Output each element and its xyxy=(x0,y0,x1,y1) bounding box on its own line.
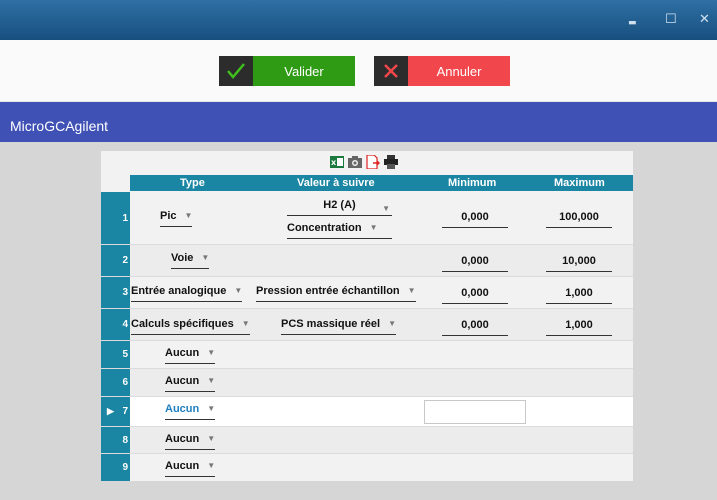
maximize-button[interactable]: ☐ xyxy=(665,12,677,28)
type-dropdown[interactable]: Aucun ▼ xyxy=(165,459,216,477)
cancel-button[interactable]: Annuler xyxy=(374,56,510,86)
row-pointer-icon: ▶ xyxy=(107,406,114,416)
value-detail-dropdown[interactable]: Concentration ▼ xyxy=(287,221,392,239)
minimum-field[interactable]: 0,000 xyxy=(442,318,508,336)
validate-label: Valider xyxy=(253,56,355,86)
row-number: 4 xyxy=(101,309,130,340)
app-title: MicroGCAgilent xyxy=(10,118,109,134)
checkmark-icon xyxy=(219,56,253,86)
print-icon[interactable] xyxy=(384,155,398,169)
window-titlebar: ▬ ☐ ✕ xyxy=(0,0,717,40)
header-maximum: Maximum xyxy=(554,177,605,189)
table-toolbar: x xyxy=(101,151,633,175)
row-number: 5 xyxy=(101,341,130,368)
minimum-edit-box[interactable] xyxy=(424,400,526,424)
close-button[interactable]: ✕ xyxy=(699,12,710,28)
cross-icon xyxy=(374,56,408,86)
type-dropdown[interactable]: Pic ▼ xyxy=(160,209,193,227)
table-row[interactable]: ▶ 7 Aucun ▼ xyxy=(101,397,633,427)
header-minimum: Minimum xyxy=(448,177,497,189)
cancel-label: Annuler xyxy=(408,56,510,86)
table-row[interactable]: 2 Voie ▼ 0,000 10,000 xyxy=(101,245,633,277)
camera-icon[interactable] xyxy=(348,155,362,169)
type-dropdown[interactable]: Calculs spécifiques ▼ xyxy=(131,317,250,335)
table-row[interactable]: 3 Entrée analogique ▼ Pression entrée éch… xyxy=(101,277,633,309)
excel-icon[interactable]: x xyxy=(330,155,344,169)
table-row[interactable]: 8 Aucun ▼ xyxy=(101,427,633,454)
row-number: 8 xyxy=(101,427,130,453)
type-dropdown[interactable]: Entrée analogique ▼ xyxy=(131,284,243,302)
header-type: Type xyxy=(180,177,205,189)
minimum-field[interactable]: 0,000 xyxy=(442,286,508,304)
action-bar: Valider Annuler xyxy=(0,40,717,102)
type-dropdown[interactable]: Aucun ▼ xyxy=(165,402,216,420)
type-dropdown[interactable]: Aucun ▼ xyxy=(165,432,216,450)
row-number: 3 xyxy=(101,277,130,308)
minimum-field[interactable]: 0,000 xyxy=(442,210,508,228)
app-title-bar: MicroGCAgilent xyxy=(0,102,717,142)
row-number: ▶ 7 xyxy=(101,397,130,426)
value-dropdown[interactable]: Pression entrée échantillon ▼ xyxy=(256,284,416,302)
pdf-export-icon[interactable] xyxy=(366,154,380,170)
table-header: Type Valeur à suivre Minimum Maximum xyxy=(130,175,633,191)
row-number: 2 xyxy=(101,245,130,276)
minimum-field[interactable]: 0,000 xyxy=(442,254,508,272)
row-number: 1 xyxy=(101,192,130,244)
type-dropdown[interactable]: Aucun ▼ xyxy=(165,346,216,364)
validate-button[interactable]: Valider xyxy=(219,56,355,86)
maximum-field[interactable]: 1,000 xyxy=(546,286,612,304)
value-dropdown[interactable]: PCS massique réel ▼ xyxy=(281,317,396,335)
type-dropdown[interactable]: Voie ▼ xyxy=(171,251,210,269)
table-row[interactable]: 1 Pic ▼ H2 (A) ▼ Concentration ▼ 0,000 100,… xyxy=(101,192,633,245)
maximum-field[interactable]: 10,000 xyxy=(546,254,612,272)
configuration-panel: x Type Valeur à suivre Minimum Maximum 1… xyxy=(101,151,633,481)
table-row[interactable]: 9 Aucun ▼ xyxy=(101,454,633,481)
row-number: 9 xyxy=(101,454,130,481)
maximum-field[interactable]: 1,000 xyxy=(546,318,612,336)
svg-text:x: x xyxy=(331,158,337,167)
table-row[interactable]: 5 Aucun ▼ xyxy=(101,341,633,369)
maximum-field[interactable]: 100,000 xyxy=(546,210,612,228)
type-dropdown[interactable]: Aucun ▼ xyxy=(165,374,216,392)
row-number: 6 xyxy=(101,369,130,396)
minimize-button[interactable]: ▬ xyxy=(628,15,637,31)
header-value: Valeur à suivre xyxy=(297,177,375,189)
table-row[interactable]: 6 Aucun ▼ xyxy=(101,369,633,397)
table-row[interactable]: 4 Calculs spécifiques ▼ PCS massique réel… xyxy=(101,309,633,341)
value-dropdown[interactable]: H2 (A) ▼ xyxy=(287,198,392,216)
